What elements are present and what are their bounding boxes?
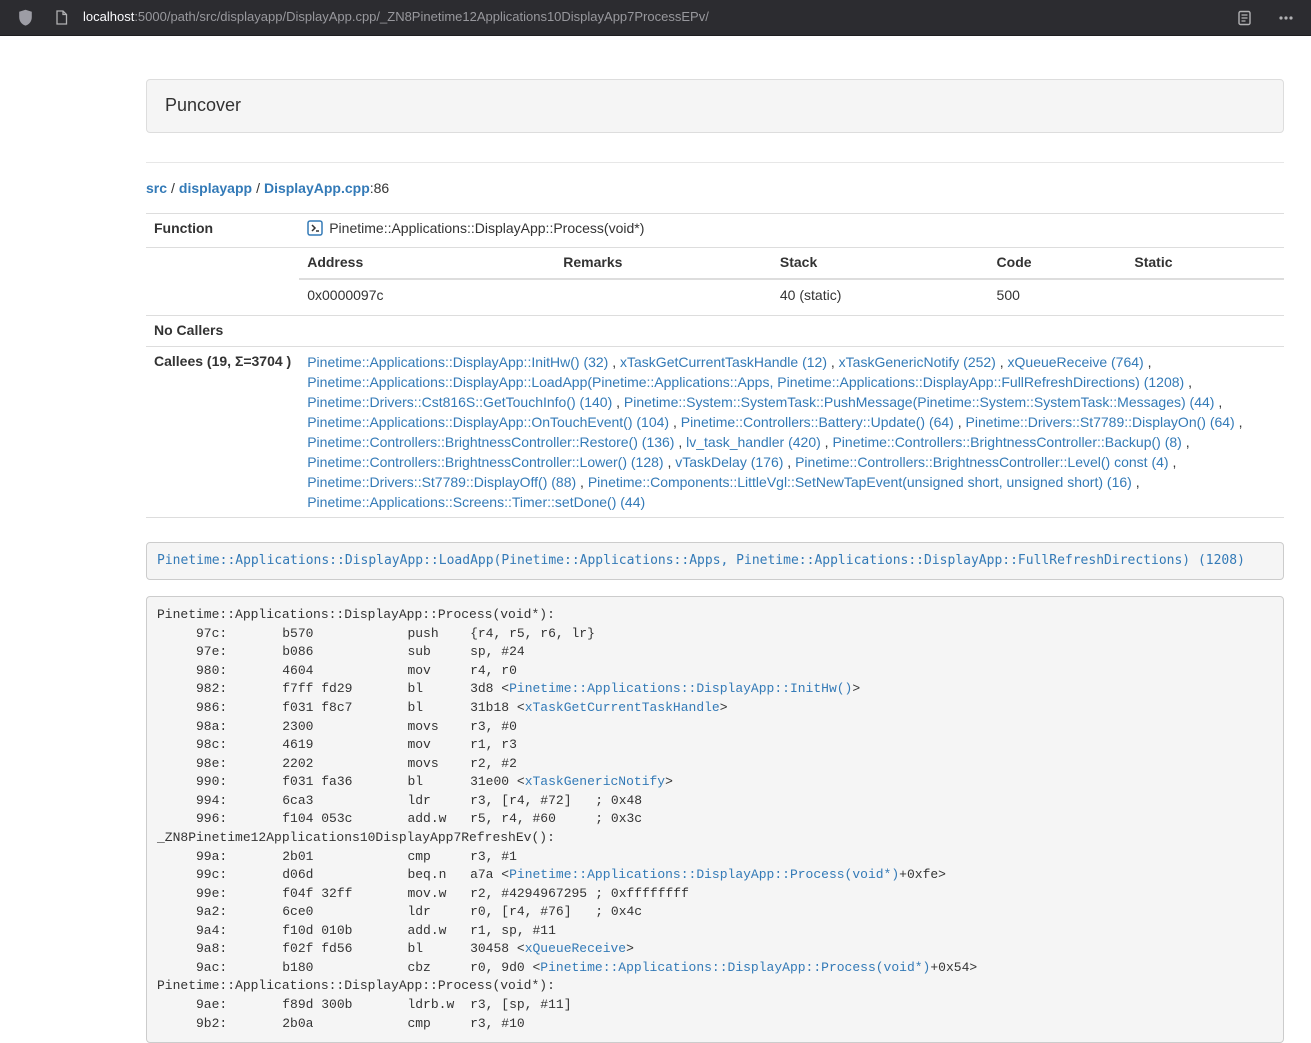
callees-label: Callees (19, Σ=3704 )	[146, 346, 299, 517]
disassembly-symbol-link[interactable]: Pinetime::Applications::DisplayApp::Proc…	[540, 960, 930, 975]
function-signature: Pinetime::Applications::DisplayApp::Proc…	[329, 220, 644, 236]
stats-code-value: 500	[989, 279, 1127, 315]
breadcrumb-separator: /	[171, 180, 175, 196]
callee-link[interactable]: Pinetime::Applications::DisplayApp::Load…	[307, 374, 1184, 390]
callee-separator: ,	[1144, 354, 1152, 370]
disassembly-symbol-link[interactable]: Pinetime::Applications::DisplayApp::Init…	[509, 681, 852, 696]
callee-link[interactable]: xTaskGetCurrentTaskHandle (12)	[620, 354, 827, 370]
callers-label: No Callers	[146, 315, 299, 346]
callee-separator: ,	[1132, 474, 1140, 490]
selected-callee-box: Pinetime::Applications::DisplayApp::Load…	[146, 542, 1284, 581]
stats-header-code: Code	[989, 248, 1127, 279]
symbol-table: Function Pinetime::Applications::Display…	[146, 213, 1284, 518]
callee-separator: ,	[664, 454, 676, 470]
url-bar[interactable]: localhost:5000/path/src/displayapp/Displ…	[48, 5, 1231, 31]
callee-link[interactable]: lv_task_handler (420)	[686, 434, 821, 450]
callers-row: No Callers	[146, 315, 1284, 346]
stats-header-remarks: Remarks	[555, 248, 772, 279]
callee-link[interactable]: vTaskDelay (176)	[675, 454, 783, 470]
url-text: localhost:5000/path/src/displayapp/Displ…	[83, 8, 709, 27]
callee-separator: ,	[608, 354, 620, 370]
callee-separator: ,	[612, 394, 624, 410]
disassembly-block: Pinetime::Applications::DisplayApp::Proc…	[146, 596, 1284, 1043]
breadcrumb: src/displayapp/DisplayApp.cpp:86	[146, 179, 1284, 199]
stats-header-address: Address	[299, 248, 555, 279]
disassembly-code: Pinetime::Applications::DisplayApp::Proc…	[157, 607, 977, 1030]
stats-table: Address Remarks Stack Code Static 0x0000…	[299, 248, 1284, 315]
callee-link[interactable]: xTaskGenericNotify (252)	[839, 354, 996, 370]
stats-header-stack: Stack	[772, 248, 989, 279]
url-path: :5000/path/src/displayapp/DisplayApp.cpp…	[134, 9, 709, 24]
stats-stack-value: 40 (static)	[772, 279, 989, 315]
callee-separator: ,	[821, 434, 833, 450]
callee-link[interactable]: Pinetime::Controllers::BrightnessControl…	[795, 454, 1168, 470]
app-header-panel: Puncover	[146, 79, 1284, 133]
callee-link[interactable]: Pinetime::Components::LittleVgl::SetNewT…	[588, 474, 1132, 490]
callee-link[interactable]: Pinetime::Applications::DisplayApp::Init…	[307, 354, 608, 370]
disassembly-symbol-link[interactable]: xTaskGetCurrentTaskHandle	[525, 700, 720, 715]
function-label: Function	[146, 213, 299, 247]
callee-separator: ,	[1184, 374, 1192, 390]
divider	[146, 162, 1284, 163]
stats-values-row: 0x0000097c 40 (static) 500	[299, 279, 1284, 315]
toolbar-right	[1231, 5, 1299, 31]
breadcrumb-link-file[interactable]: DisplayApp.cpp	[264, 180, 370, 196]
callee-separator: ,	[827, 354, 839, 370]
callee-link[interactable]: Pinetime::Drivers::St7789::DisplayOn() (…	[966, 414, 1235, 430]
callee-link[interactable]: Pinetime::Controllers::Battery::Update()…	[681, 414, 954, 430]
callee-separator: ,	[996, 354, 1008, 370]
callee-separator: ,	[1235, 414, 1243, 430]
callee-link[interactable]: Pinetime::Drivers::St7789::DisplayOff() …	[307, 474, 576, 490]
callee-link[interactable]: xQueueReceive (764)	[1008, 354, 1144, 370]
callee-link[interactable]: Pinetime::Controllers::BrightnessControl…	[307, 434, 674, 450]
callee-separator: ,	[576, 474, 588, 490]
callee-separator: ,	[669, 414, 681, 430]
disassembly-symbol-link[interactable]: Pinetime::Applications::DisplayApp::Proc…	[509, 867, 899, 882]
breadcrumb-link-displayapp[interactable]: displayapp	[179, 180, 252, 196]
browser-toolbar: localhost:5000/path/src/displayapp/Displ…	[0, 0, 1311, 36]
breadcrumb-link-src[interactable]: src	[146, 180, 167, 196]
url-host: localhost	[83, 9, 134, 24]
page-info-icon[interactable]	[48, 5, 74, 31]
stats-remarks-value	[555, 279, 772, 315]
callee-separator: ,	[674, 434, 686, 450]
stats-address-value: 0x0000097c	[299, 279, 555, 315]
breadcrumb-line-number: :86	[370, 180, 389, 196]
stats-header-static: Static	[1126, 248, 1284, 279]
reader-view-icon[interactable]	[1231, 5, 1257, 31]
callee-link[interactable]: Pinetime::Controllers::BrightnessControl…	[832, 434, 1181, 450]
callee-separator: ,	[954, 414, 966, 430]
callee-link[interactable]: Pinetime::Applications::DisplayApp::OnTo…	[307, 414, 669, 430]
callee-link[interactable]: Pinetime::Drivers::Cst816S::GetTouchInfo…	[307, 394, 612, 410]
callees-list: Pinetime::Applications::DisplayApp::Init…	[299, 346, 1284, 517]
app-title: Puncover	[165, 95, 241, 115]
shield-icon[interactable]	[12, 5, 38, 31]
callee-separator: ,	[783, 454, 795, 470]
callee-separator: ,	[1182, 434, 1190, 450]
page-container: Puncover src/displayapp/DisplayApp.cpp:8…	[146, 79, 1284, 1043]
breadcrumb-separator: /	[256, 180, 260, 196]
function-row: Function Pinetime::Applications::Display…	[146, 213, 1284, 247]
stats-static-value	[1126, 279, 1284, 315]
selected-callee-link[interactable]: Pinetime::Applications::DisplayApp::Load…	[157, 553, 1245, 568]
callee-separator: ,	[1169, 454, 1177, 470]
callee-link[interactable]: Pinetime::Controllers::BrightnessControl…	[307, 454, 663, 470]
disassembly-symbol-link[interactable]: xTaskGenericNotify	[525, 774, 665, 789]
menu-dots-icon[interactable]	[1273, 5, 1299, 31]
stats-row: Address Remarks Stack Code Static 0x0000…	[146, 247, 1284, 315]
callee-separator: ,	[1214, 394, 1222, 410]
function-icon	[307, 220, 323, 242]
callee-link[interactable]: Pinetime::System::SystemTask::PushMessag…	[624, 394, 1215, 410]
callees-row: Callees (19, Σ=3704 ) Pinetime::Applicat…	[146, 346, 1284, 517]
callee-link[interactable]: Pinetime::Applications::Screens::Timer::…	[307, 494, 645, 510]
disassembly-symbol-link[interactable]: xQueueReceive	[525, 941, 626, 956]
